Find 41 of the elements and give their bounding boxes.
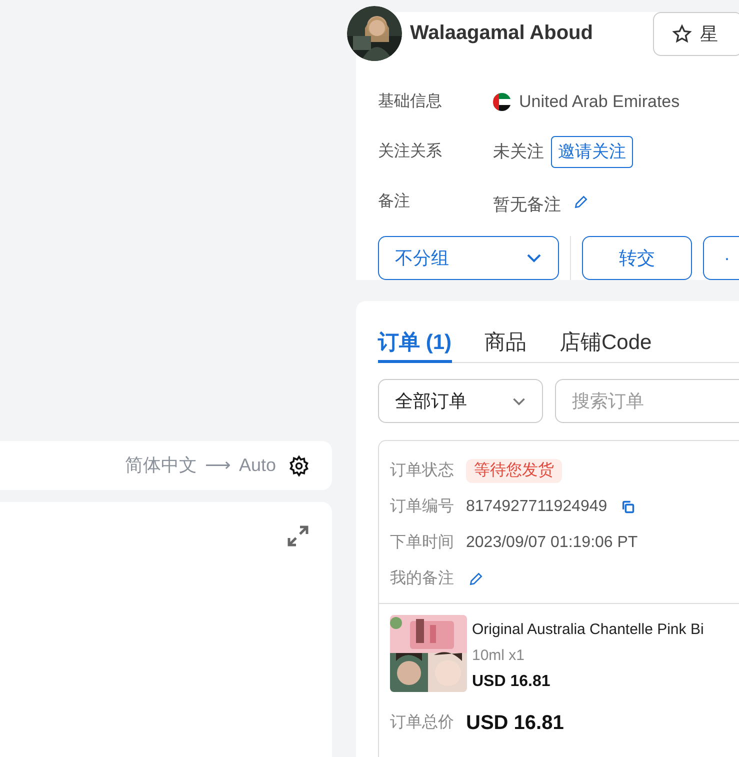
product-price: USD 16.81 bbox=[472, 672, 552, 692]
pencil-icon[interactable] bbox=[573, 194, 589, 210]
field-label: 订单总价 bbox=[390, 713, 454, 733]
tab[interactable]: 商品 bbox=[484, 325, 526, 363]
chevron-down-icon bbox=[512, 396, 526, 406]
arrow-text: ⟶ bbox=[204, 454, 231, 477]
source-language[interactable]: 简体中文 bbox=[124, 452, 197, 479]
copy-icon[interactable] bbox=[621, 500, 636, 514]
order-total: USD 16.81 bbox=[466, 711, 564, 736]
star-button[interactable]: 星 bbox=[653, 12, 739, 56]
field-label: 备注 bbox=[378, 192, 411, 212]
more-button[interactable]: · bbox=[703, 236, 739, 280]
note-text: 暂无备注 bbox=[493, 194, 561, 216]
field-label: 关注关系 bbox=[378, 142, 443, 162]
target-language[interactable]: Auto bbox=[238, 452, 276, 479]
pencil-icon[interactable] bbox=[468, 570, 484, 586]
field-label: 下单时间 bbox=[390, 532, 454, 552]
product-title[interactable]: Original Australia Chantelle Pink Bi bbox=[472, 619, 704, 642]
order-time: 2023/09/07 01:19:06 PT bbox=[466, 532, 638, 552]
search-field[interactable]: 搜索订单 bbox=[555, 379, 739, 423]
invite-follow-button[interactable]: 邀请关注 bbox=[551, 136, 633, 168]
star-icon bbox=[672, 24, 692, 44]
tab[interactable]: 订单 (1) bbox=[378, 325, 452, 363]
expand-icon[interactable] bbox=[286, 524, 310, 548]
order-number: 8174927711924949 bbox=[466, 496, 608, 516]
field-label: 我的备注 bbox=[390, 568, 454, 588]
flag-icon bbox=[493, 93, 511, 111]
order-filter-select[interactable]: 全部订单 bbox=[378, 379, 543, 423]
chevron-down-icon bbox=[526, 253, 542, 263]
field-label: 基础信息 bbox=[378, 92, 443, 112]
follow-status: 未关注 bbox=[493, 141, 544, 164]
group-select[interactable]: 不分组 bbox=[378, 236, 559, 280]
field-label: 订单状态 bbox=[390, 460, 454, 480]
transfer-button[interactable]: 转交 bbox=[582, 236, 692, 280]
tab[interactable]: 店铺Code bbox=[560, 325, 652, 363]
country-name: United Arab Emirates bbox=[519, 91, 680, 114]
product-variant: 10ml x1 bbox=[472, 646, 526, 666]
contact-name: Walaagamal Aboud bbox=[410, 21, 593, 46]
status-badge: 等待您发货 bbox=[466, 458, 562, 482]
field-label: 订单编号 bbox=[390, 496, 454, 516]
settings-icon[interactable] bbox=[288, 454, 310, 476]
